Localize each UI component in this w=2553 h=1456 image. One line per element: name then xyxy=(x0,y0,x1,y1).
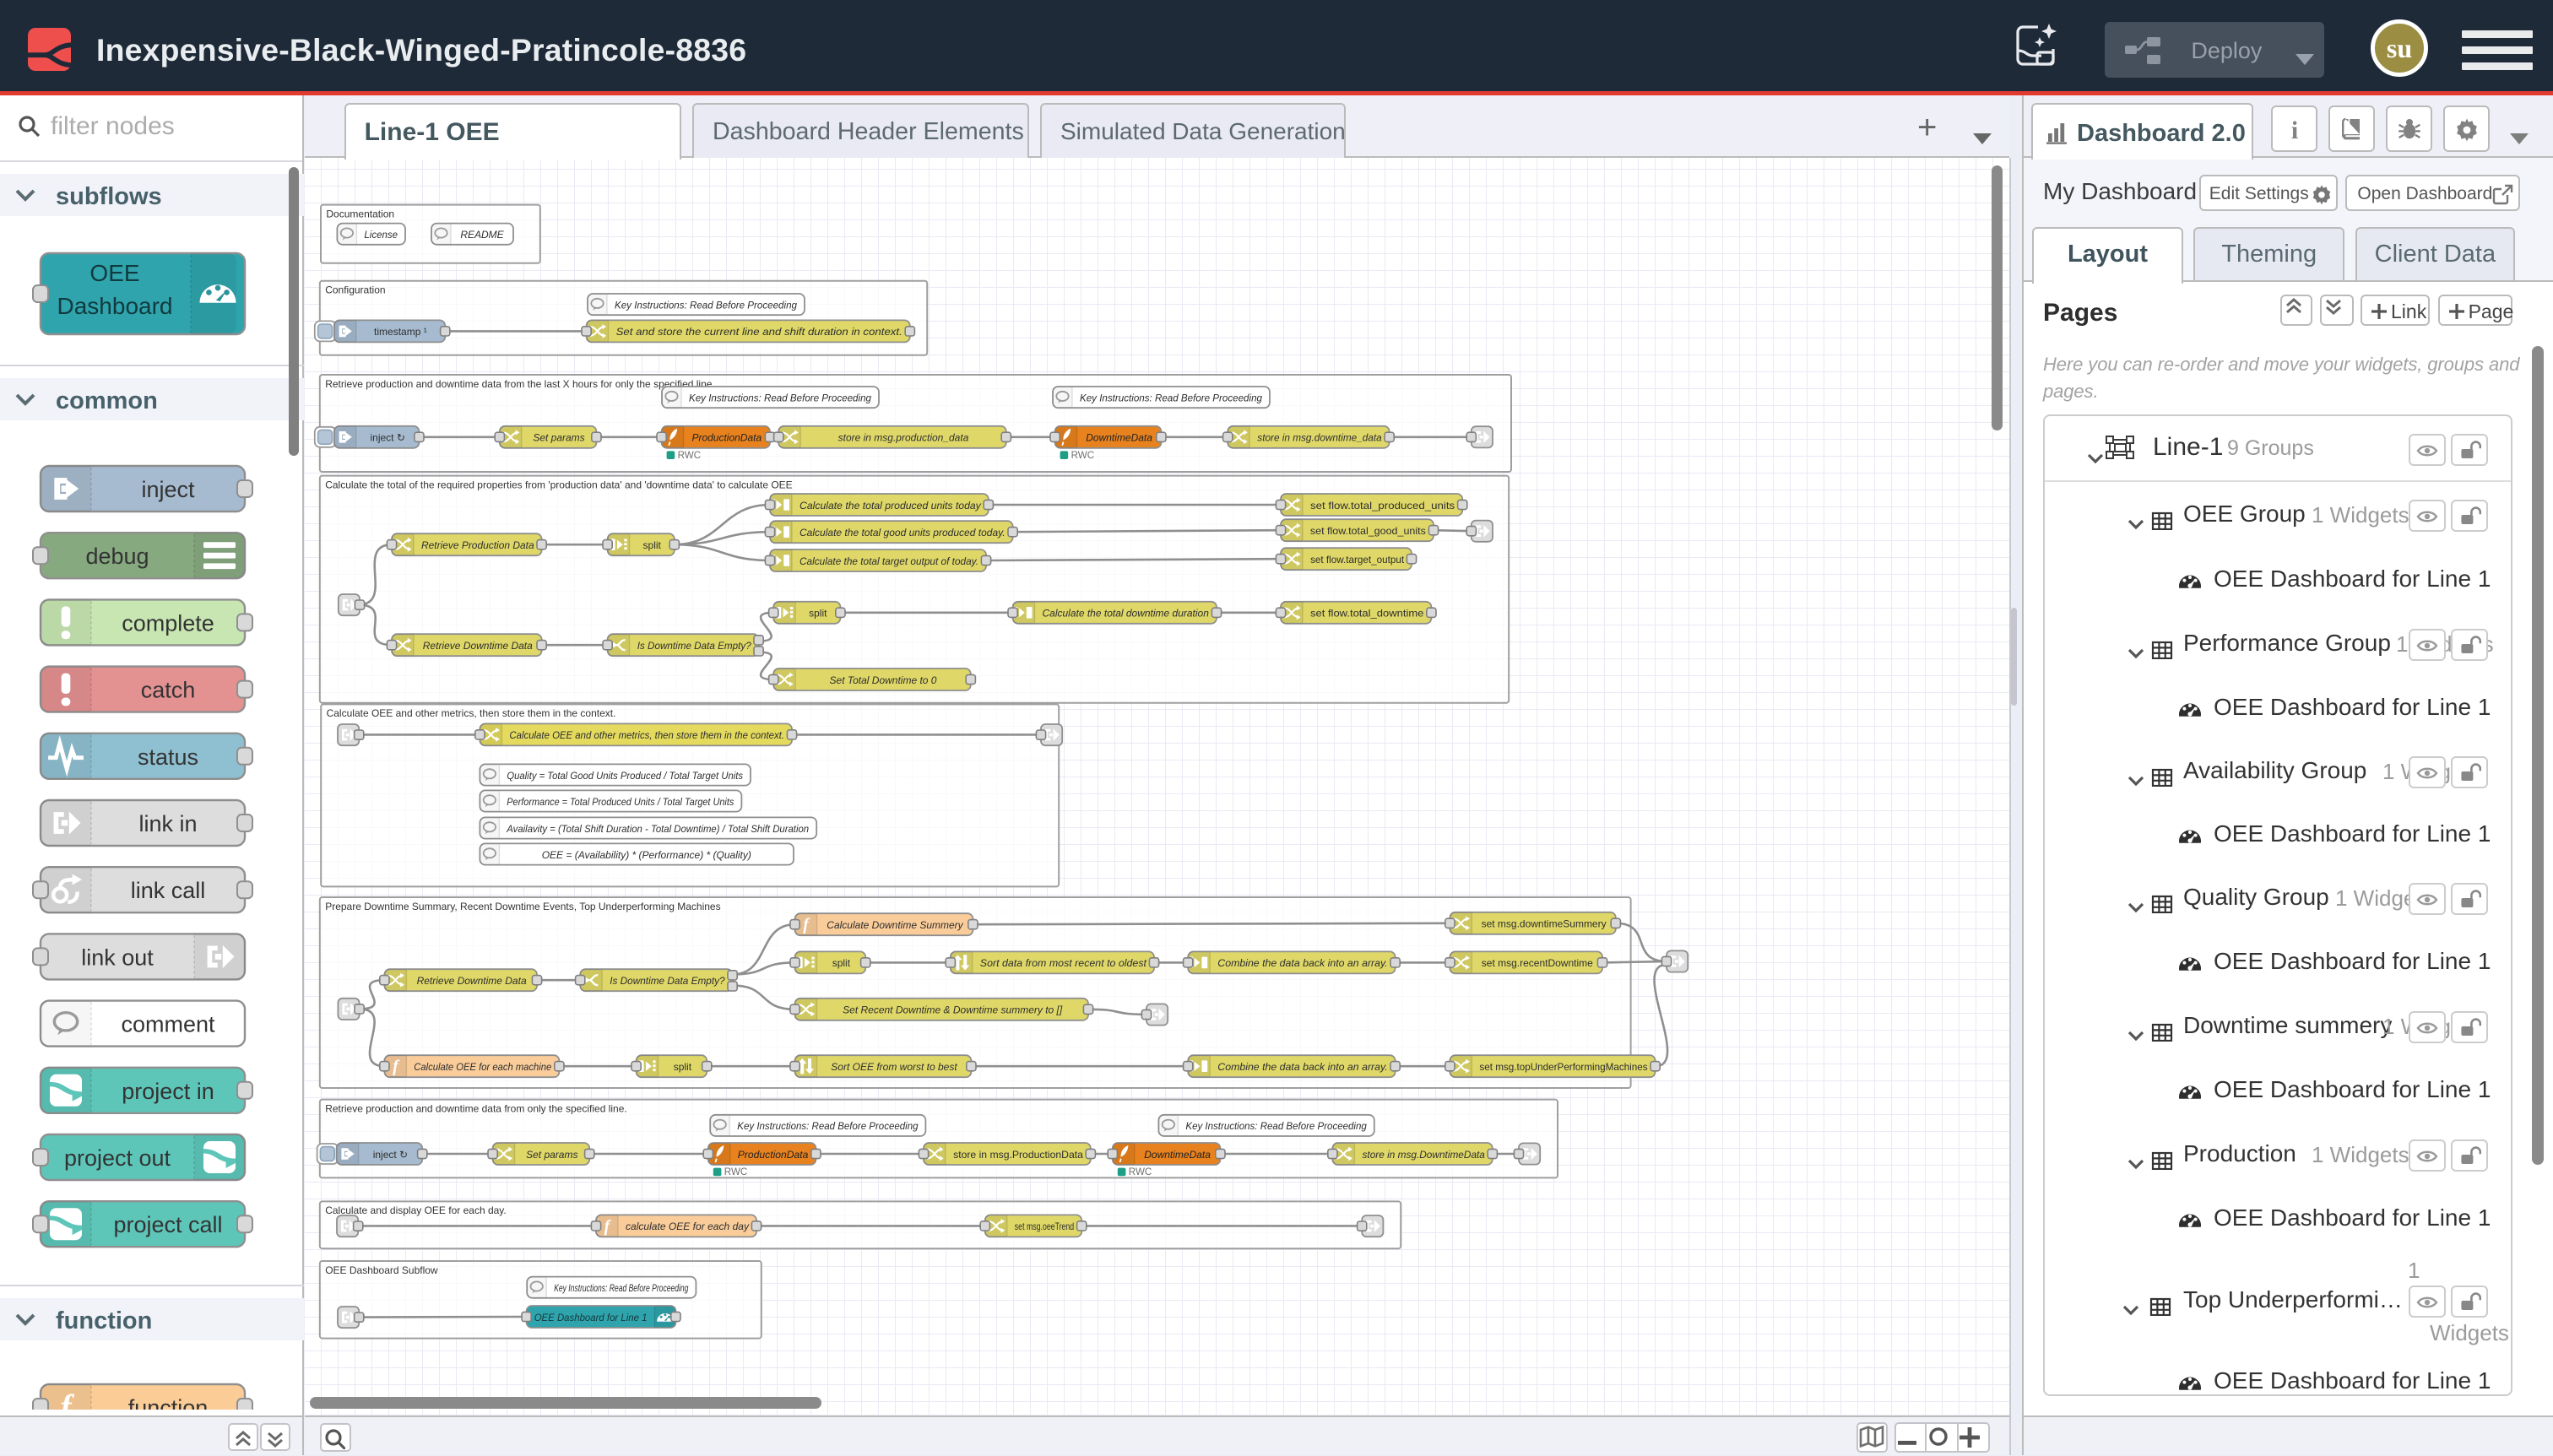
svg-text:Calculate OEE for each machine: Calculate OEE for each machine xyxy=(414,1061,551,1073)
svg-text:Configuration: Configuration xyxy=(325,284,385,296)
svg-text:RWC: RWC xyxy=(1071,450,1094,461)
svg-text:Sort OEE from worst to best: Sort OEE from worst to best xyxy=(831,1061,957,1073)
svg-text:Availavity = (Total Shift Dura: Availavity = (Total Shift Duration - Tot… xyxy=(506,823,809,835)
svg-text:Key Instructions: Read Before: Key Instructions: Read Before Proceeding xyxy=(1080,392,1262,403)
svg-text:Combine the data back into an: Combine the data back into an array. xyxy=(1217,1061,1387,1073)
svg-text:Prepare Downtime Summary, Rece: Prepare Downtime Summary, Recent Downtim… xyxy=(325,901,720,912)
svg-text:Set params: Set params xyxy=(526,1149,577,1161)
svg-text:ProductionData: ProductionData xyxy=(738,1149,809,1161)
svg-text:OEE = (Availability) * (Perfor: OEE = (Availability) * (Performance) * (… xyxy=(542,849,751,861)
svg-text:set flow.total_produced_units: set flow.total_produced_units xyxy=(1310,500,1455,511)
svg-text:Calculate the total of the req: Calculate the total of the required prop… xyxy=(325,479,792,490)
svg-text:i: i xyxy=(2291,117,2298,143)
svg-text:store in msg.DowntimeData: store in msg.DowntimeData xyxy=(1363,1149,1486,1161)
svg-text:Calculate the total good units: Calculate the total good units produced … xyxy=(800,527,1005,539)
svg-text:Set Total Downtime to 0: Set Total Downtime to 0 xyxy=(830,674,937,686)
svg-text:Retrieve Downtime Data: Retrieve Downtime Data xyxy=(417,975,527,987)
svg-text:ProductionData: ProductionData xyxy=(691,432,762,444)
svg-text:set flow.total_good_units: set flow.total_good_units xyxy=(1310,525,1426,537)
svg-text:Key Instructions: Read Before: Key Instructions: Read Before Proceeding xyxy=(554,1282,688,1294)
svg-text:Calculate Downtime Summery: Calculate Downtime Summery xyxy=(827,919,963,931)
svg-text:function: function xyxy=(128,1395,209,1410)
svg-text:inject: inject xyxy=(141,477,195,502)
svg-text:split: split xyxy=(809,608,827,620)
svg-text:Key Instructions: Read Before: Key Instructions: Read Before Proceeding xyxy=(689,392,871,403)
svg-text:Quality = Total Good Units Pro: Quality = Total Good Units Produced / To… xyxy=(507,770,743,782)
svg-text:DowntimeData: DowntimeData xyxy=(1144,1149,1211,1161)
svg-text:Calculate OEE and other metric: Calculate OEE and other metrics, then st… xyxy=(509,729,784,741)
svg-text:Key Instructions: Read Before: Key Instructions: Read Before Proceeding xyxy=(615,299,797,311)
svg-text:calculate OEE for each day: calculate OEE for each day xyxy=(626,1221,750,1232)
svg-text:README: README xyxy=(460,229,504,241)
svg-text:link out: link out xyxy=(81,945,154,970)
svg-text:set flow.target_output: set flow.target_output xyxy=(1310,554,1405,566)
svg-text:link call: link call xyxy=(131,878,206,903)
svg-text:Retrieve Production Data: Retrieve Production Data xyxy=(421,539,534,551)
svg-text:RWC: RWC xyxy=(678,450,701,461)
svg-text:Set params: Set params xyxy=(533,432,584,444)
svg-text:set msg.recentDowntime: set msg.recentDowntime xyxy=(1482,957,1593,969)
svg-text:Calculate the total target out: Calculate the total target output of tod… xyxy=(800,555,978,567)
svg-text:set msg.oeeTrend: set msg.oeeTrend xyxy=(1015,1221,1074,1232)
svg-text:Sort data from most recent to: Sort data from most recent to oldest xyxy=(980,957,1147,969)
svg-text:store in msg.downtime_data: store in msg.downtime_data xyxy=(1257,432,1382,444)
svg-text:split: split xyxy=(643,539,662,551)
svg-text:complete: complete xyxy=(122,610,214,636)
svg-text:split: split xyxy=(832,957,851,969)
svg-text:Key Instructions: Read Before: Key Instructions: Read Before Proceeding xyxy=(737,1120,919,1132)
svg-text:common: common xyxy=(56,387,158,414)
svg-text:Retrieve production and downti: Retrieve production and downtime data fr… xyxy=(325,1102,627,1114)
svg-text:set msg.topUnderPerformingMach: set msg.topUnderPerformingMachines xyxy=(1479,1061,1647,1073)
svg-text:Dashboard: Dashboard xyxy=(57,293,173,319)
svg-text:Calculate OEE and other metric: Calculate OEE and other metrics, then st… xyxy=(327,707,616,719)
svg-text:Performance = Total Produced U: Performance = Total Produced Units / Tot… xyxy=(507,796,734,808)
svg-text:project in: project in xyxy=(122,1079,214,1104)
svg-text:Calculate the total produced u: Calculate the total produced units today xyxy=(800,500,982,511)
svg-text:set flow.total_downtime: set flow.total_downtime xyxy=(1310,608,1424,620)
svg-text:timestamp ¹: timestamp ¹ xyxy=(374,326,427,338)
svg-text:status: status xyxy=(138,744,198,770)
svg-text:project call: project call xyxy=(113,1212,222,1237)
svg-text:Is Downtime Data Empty?: Is Downtime Data Empty? xyxy=(637,640,751,652)
svg-text:Set and store the current line: Set and store the current line and shift… xyxy=(616,326,902,338)
svg-text:comment: comment xyxy=(121,1012,215,1037)
svg-text:Calculate the total downtime d: Calculate the total downtime duration xyxy=(1043,608,1210,620)
svg-text:RWC: RWC xyxy=(1129,1166,1152,1177)
svg-text:Retrieve production and downti: Retrieve production and downtime data fr… xyxy=(325,378,715,390)
svg-text:debug: debug xyxy=(85,544,149,569)
svg-text:Key Instructions: Read Before: Key Instructions: Read Before Proceeding xyxy=(1185,1120,1367,1132)
svg-text:Retrieve Downtime Data: Retrieve Downtime Data xyxy=(423,640,533,652)
svg-text:RWC: RWC xyxy=(724,1166,747,1177)
svg-text:Combine the data back into an: Combine the data back into an array. xyxy=(1217,957,1387,969)
svg-text:catch: catch xyxy=(141,678,196,703)
svg-text:link in: link in xyxy=(138,811,197,836)
svg-text:project out: project out xyxy=(64,1145,171,1171)
svg-text:Is Downtime Data Empty?: Is Downtime Data Empty? xyxy=(610,975,725,987)
svg-text:OEE Dashboard Subflow: OEE Dashboard Subflow xyxy=(325,1264,438,1276)
svg-text:Documentation: Documentation xyxy=(326,208,394,219)
svg-text:function: function xyxy=(56,1307,152,1334)
svg-text:split: split xyxy=(674,1061,692,1073)
svg-text:store in msg.ProductionData: store in msg.ProductionData xyxy=(953,1149,1083,1161)
svg-text:DowntimeData: DowntimeData xyxy=(1086,432,1152,444)
svg-text:inject ↻: inject ↻ xyxy=(370,432,404,444)
svg-text:subflows: subflows xyxy=(56,183,162,210)
svg-text:OEE: OEE xyxy=(89,260,139,286)
svg-text:set msg.downtimeSummery: set msg.downtimeSummery xyxy=(1482,918,1607,930)
svg-text:inject ↻: inject ↻ xyxy=(373,1149,408,1161)
svg-text:Set Recent Downtime & Downtime: Set Recent Downtime & Downtime summery t… xyxy=(843,1004,1063,1016)
svg-text:store in msg.production_data: store in msg.production_data xyxy=(838,432,969,444)
svg-text:OEE Dashboard for Line 1: OEE Dashboard for Line 1 xyxy=(534,1312,648,1323)
svg-text:License: License xyxy=(364,229,398,241)
